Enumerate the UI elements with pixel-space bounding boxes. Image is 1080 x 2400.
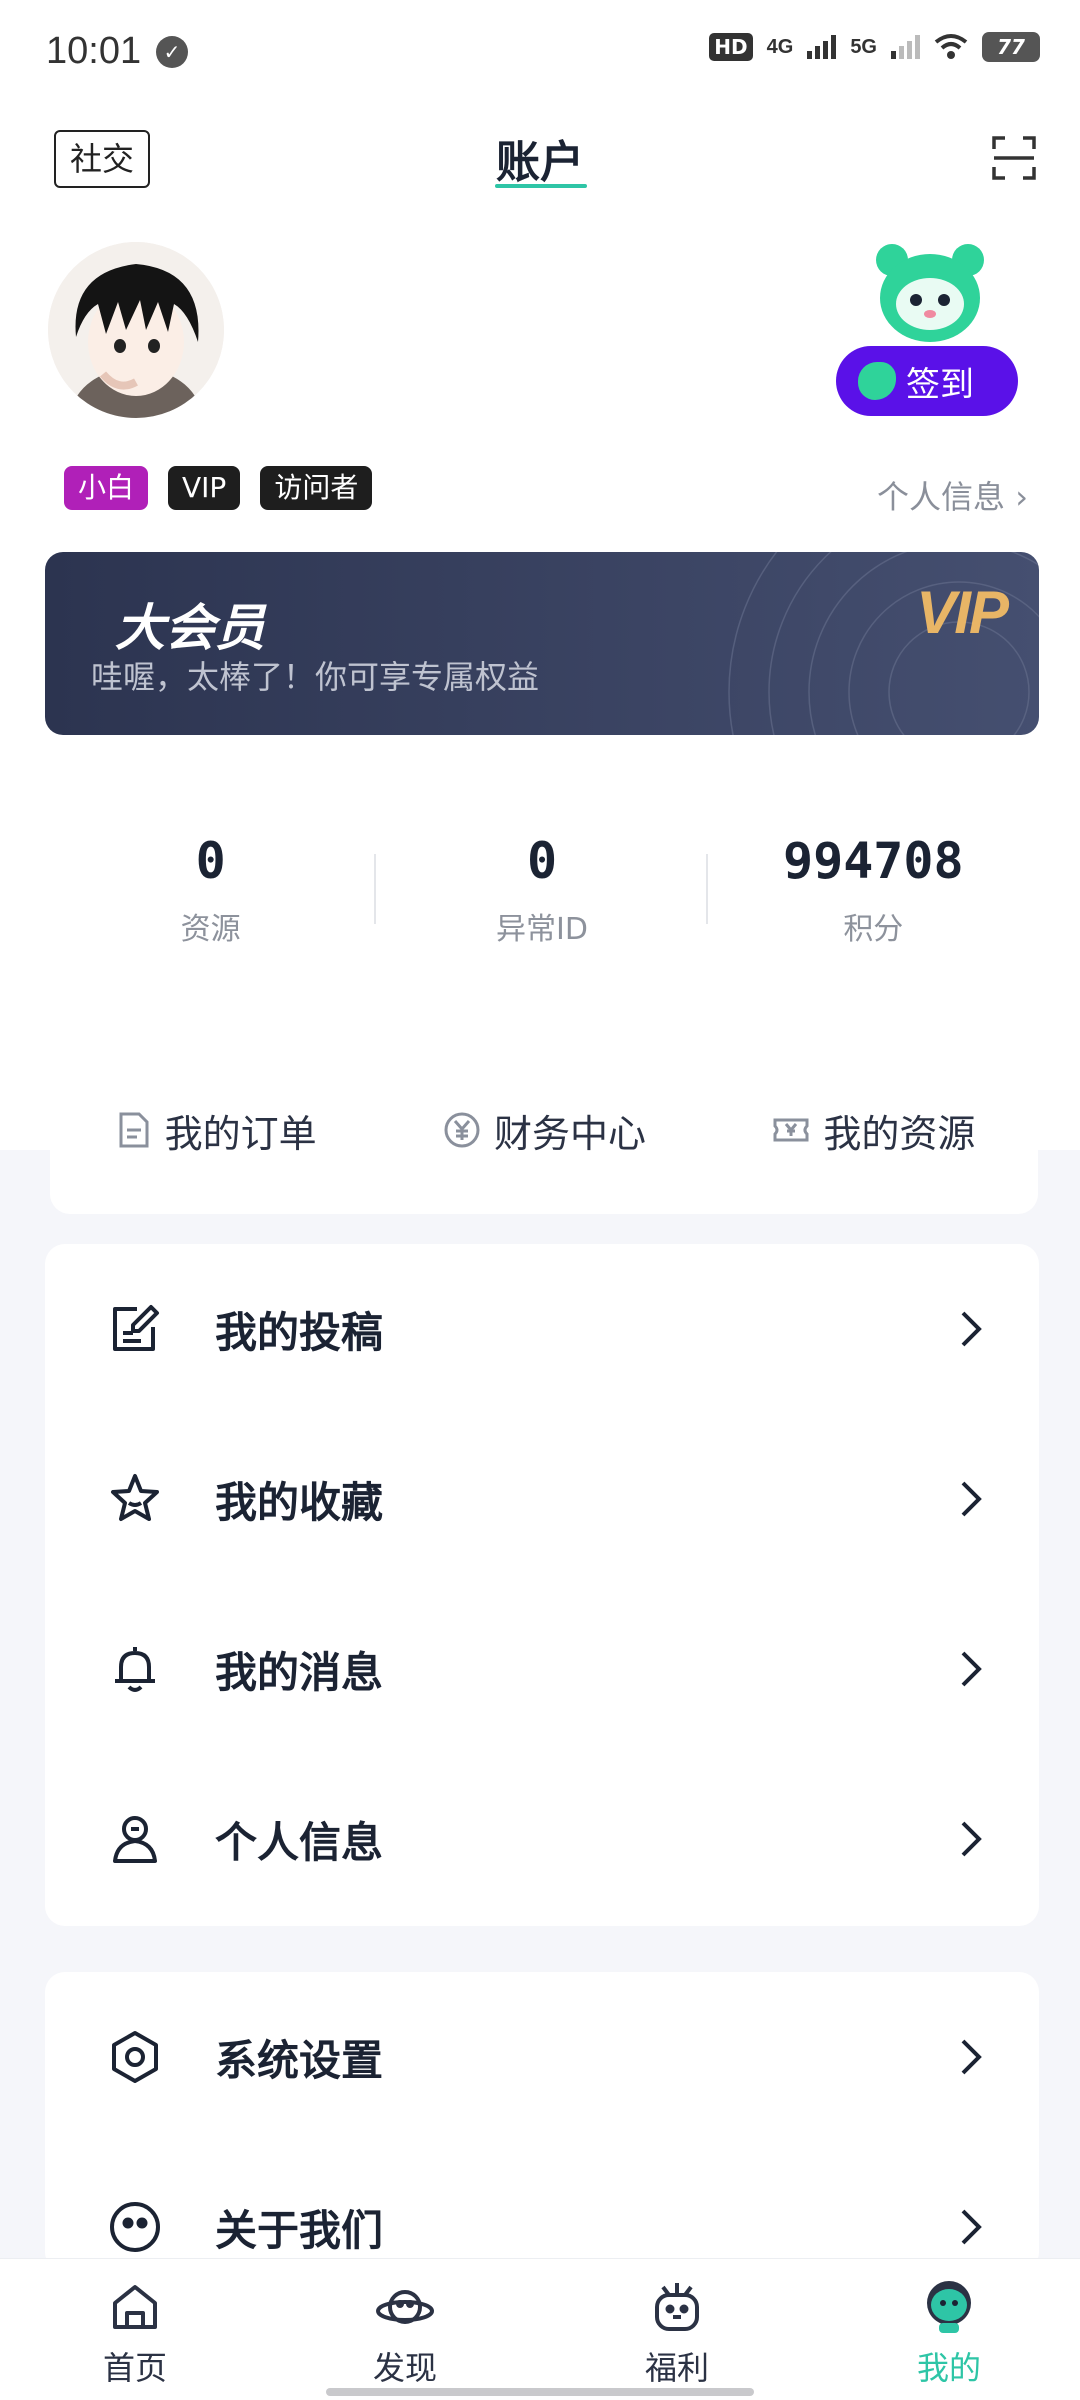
signin-label: 签到 bbox=[906, 364, 974, 405]
my-orders-button[interactable]: 我的订单 bbox=[113, 1103, 317, 1158]
menu-card: 我的投稿 我的收藏 我的消息 个人信息 bbox=[45, 1244, 1039, 1926]
nav-label: 我的 bbox=[916, 2349, 981, 2387]
vip-subtitle: 哇喔，太棒了！你可享专属权益 bbox=[91, 658, 540, 696]
smiley-icon bbox=[110, 2202, 160, 2252]
stat-value: 0 bbox=[526, 832, 558, 890]
my-resources-button[interactable]: 我的资源 bbox=[771, 1103, 975, 1158]
user-tags: 小白 VIP 访问者 bbox=[64, 466, 373, 510]
battery-icon: 77 bbox=[982, 32, 1040, 62]
edit-note-icon bbox=[113, 1305, 159, 1351]
nav-mine[interactable]: 我的 bbox=[869, 2277, 1029, 2389]
stat-label: 积分 bbox=[843, 912, 904, 947]
menu-label: 关于我们 bbox=[215, 2205, 384, 2255]
ticket-icon bbox=[773, 1118, 809, 1142]
quick-label: 我的订单 bbox=[164, 1111, 317, 1156]
menu-label: 个人信息 bbox=[215, 1817, 384, 1867]
vip-title: 大会员 bbox=[115, 599, 265, 657]
nav-label: 首页 bbox=[102, 2349, 167, 2387]
menu-label: 系统设置 bbox=[215, 2035, 384, 2085]
profile-info-link[interactable]: 个人信息 › bbox=[877, 472, 1028, 518]
chevron-right-icon bbox=[961, 1651, 982, 1687]
nav-discover[interactable]: 发现 bbox=[325, 2277, 485, 2389]
chevron-right-icon bbox=[961, 1821, 982, 1857]
nav-label: 福利 bbox=[644, 2349, 709, 2387]
user-icon bbox=[113, 1816, 157, 1863]
menu-item-messages[interactable]: 我的消息 bbox=[45, 1584, 1039, 1754]
stats-card: 0 资源 0 异常ID 994708 积分 bbox=[45, 782, 1039, 1002]
network-4g-label: 4G bbox=[766, 35, 794, 58]
stat-resources[interactable]: 0 资源 bbox=[45, 782, 377, 1002]
tag-visitor: 访问者 bbox=[260, 466, 373, 510]
menu-card: 系统设置 关于我们 bbox=[45, 1972, 1039, 2272]
menu-label: 我的消息 bbox=[215, 1647, 384, 1697]
page-title: 账户 bbox=[496, 137, 584, 188]
star-icon bbox=[111, 1474, 159, 1521]
nav-home[interactable]: 首页 bbox=[55, 2277, 215, 2389]
check-circle-icon: ✓ bbox=[156, 36, 188, 68]
avatar[interactable] bbox=[48, 242, 224, 418]
wifi-icon bbox=[934, 34, 968, 59]
chevron-right-icon bbox=[961, 1311, 982, 1347]
vip-banner[interactable]: 大会员 哇喔，太棒了！你可享专属权益 VIP bbox=[45, 552, 1039, 735]
menu-item-personal-info[interactable]: 个人信息 bbox=[45, 1754, 1039, 1924]
mascot-icon bbox=[876, 244, 984, 342]
tag-level: 小白 bbox=[64, 466, 149, 510]
nav-label: 发现 bbox=[372, 2349, 437, 2387]
status-time: 10:01 bbox=[46, 30, 142, 72]
menu-item-favorites[interactable]: 我的收藏 bbox=[45, 1414, 1039, 1584]
menu-label: 我的收藏 bbox=[215, 1477, 384, 1527]
quick-actions-card: 我的订单 财务中心 我的资源 bbox=[50, 1046, 1038, 1214]
stat-points[interactable]: 994708 积分 bbox=[708, 782, 1039, 1002]
scan-icon[interactable] bbox=[990, 134, 1038, 182]
nav-welfare[interactable]: 福利 bbox=[597, 2277, 757, 2389]
profile-mascot-icon bbox=[927, 2281, 971, 2333]
menu-item-submissions[interactable]: 我的投稿 bbox=[45, 1244, 1039, 1414]
home-indicator bbox=[326, 2388, 754, 2396]
signin-button[interactable]: 签到 bbox=[836, 346, 1018, 416]
bottom-nav: 首页 发现 福利 我的 bbox=[0, 2258, 1080, 2400]
stat-value: 994708 bbox=[783, 832, 964, 890]
chevron-right-icon bbox=[961, 1481, 982, 1517]
chevron-right-icon bbox=[961, 2039, 982, 2075]
bean-icon bbox=[858, 362, 896, 400]
quick-label: 我的资源 bbox=[823, 1111, 976, 1156]
settings-hex-icon bbox=[112, 2031, 158, 2083]
home-icon bbox=[113, 2285, 157, 2329]
status-indicators: HD 4G 5G 77 bbox=[709, 32, 1040, 62]
signal-icon bbox=[807, 35, 837, 59]
bell-icon bbox=[115, 1647, 155, 1692]
tag-vip: VIP bbox=[168, 466, 241, 510]
vip-logo: VIP bbox=[916, 579, 1009, 646]
gift-face-icon bbox=[655, 2283, 699, 2331]
menu-label: 我的投稿 bbox=[215, 1307, 384, 1357]
chevron-right-icon bbox=[961, 2209, 982, 2245]
menu-item-settings[interactable]: 系统设置 bbox=[45, 1972, 1039, 2142]
stat-label: 资源 bbox=[180, 912, 241, 947]
stat-abnormal-id[interactable]: 0 异常ID bbox=[376, 782, 708, 1002]
stat-value: 0 bbox=[195, 832, 226, 890]
stat-label: 异常ID bbox=[496, 912, 588, 947]
title-underline bbox=[495, 184, 587, 188]
finance-center-button[interactable]: 财务中心 bbox=[442, 1103, 646, 1158]
quick-label: 财务中心 bbox=[493, 1111, 646, 1156]
network-5g-label: 5G bbox=[850, 35, 877, 58]
planet-icon bbox=[376, 2290, 434, 2324]
signal-icon bbox=[891, 35, 920, 59]
yuan-coin-icon bbox=[444, 1112, 480, 1148]
hd-icon: HD bbox=[709, 33, 753, 61]
document-icon bbox=[119, 1112, 149, 1148]
